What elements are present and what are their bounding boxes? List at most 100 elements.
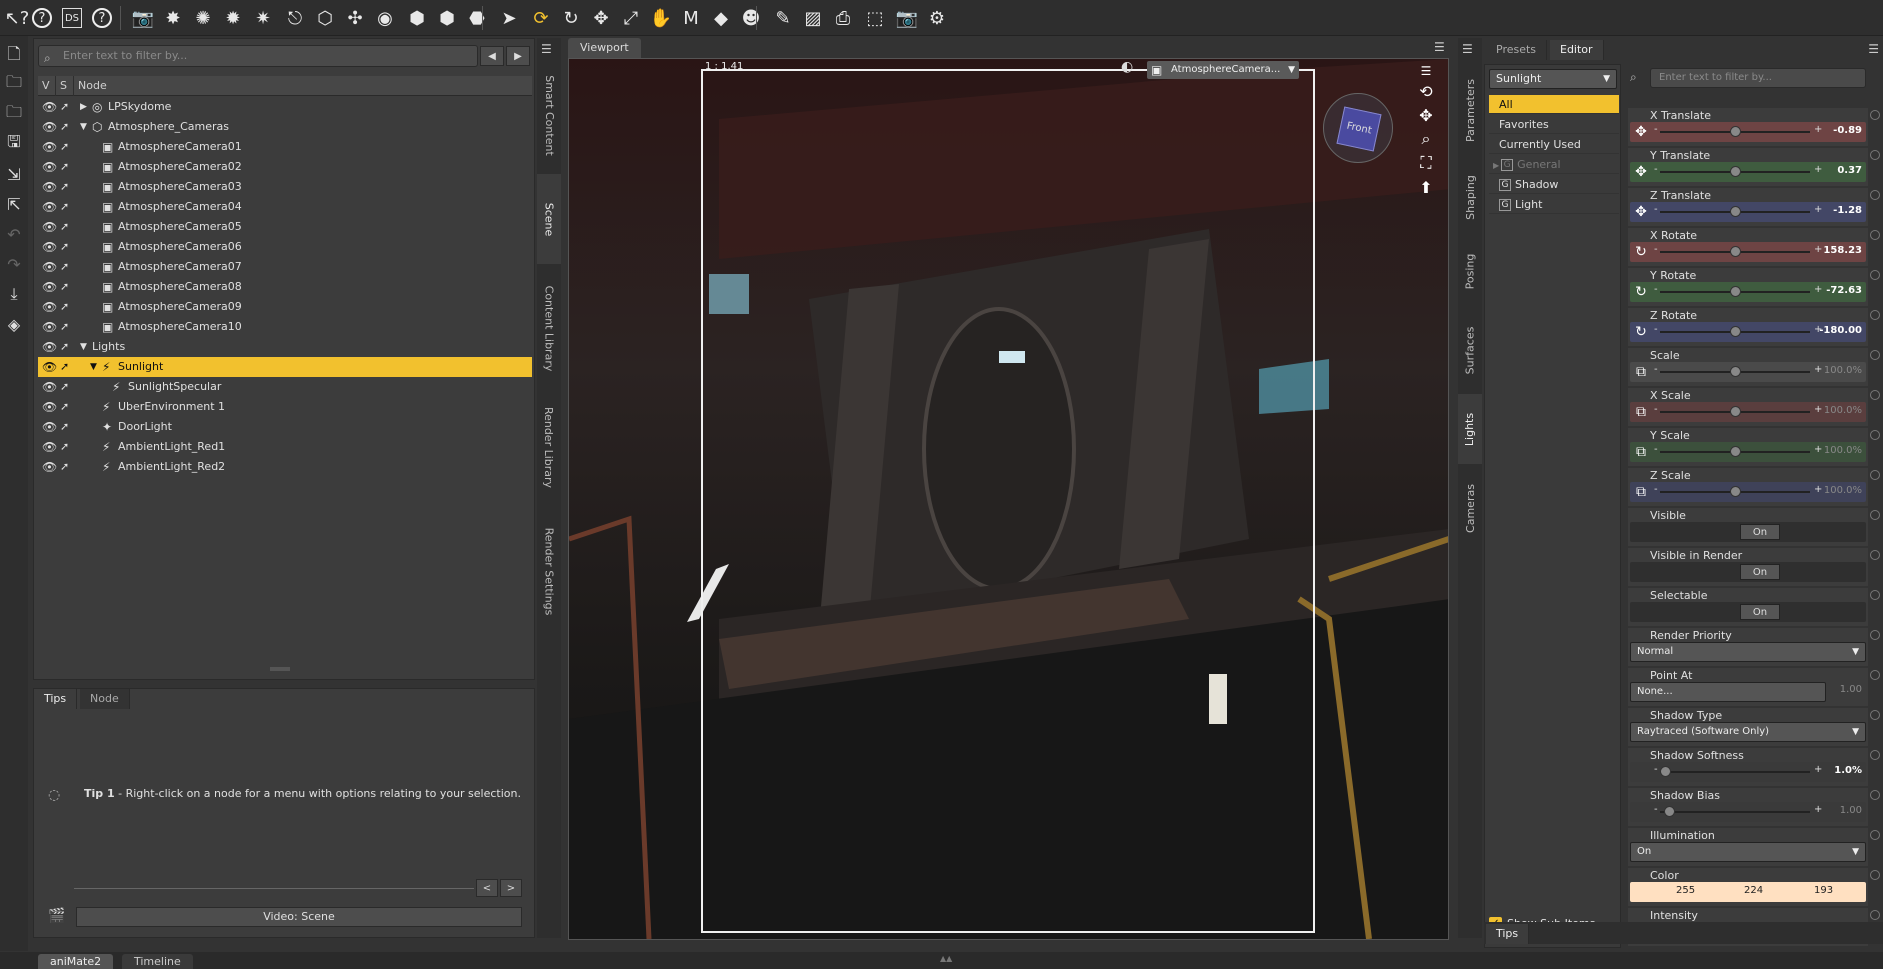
- gear-icon[interactable]: [1870, 110, 1880, 120]
- gear-icon[interactable]: [1870, 670, 1880, 680]
- slider-knob[interactable]: [1730, 206, 1741, 217]
- primitive-cube-icon[interactable]: ⬡: [312, 5, 338, 31]
- tab-presets[interactable]: Presets: [1486, 40, 1548, 60]
- toggle-button[interactable]: On: [1740, 604, 1780, 620]
- reset-view-icon[interactable]: ⬆: [1414, 175, 1438, 199]
- property-value[interactable]: -1.28: [1833, 205, 1862, 216]
- shading-ball-icon[interactable]: ◐: [1121, 59, 1141, 79]
- video-scene-button[interactable]: Video: Scene: [76, 907, 522, 927]
- render-settings-icon[interactable]: ⚙: [924, 5, 950, 31]
- column-node[interactable]: Node: [74, 76, 532, 96]
- ds-logo-icon[interactable]: DS: [62, 8, 82, 28]
- selectable-arrow-icon[interactable]: ➚: [60, 357, 69, 377]
- property-value[interactable]: 1.00: [1840, 805, 1862, 816]
- property-value[interactable]: 158.23: [1823, 245, 1862, 256]
- decrement-button[interactable]: -: [1654, 244, 1658, 255]
- selectable-arrow-icon[interactable]: ➚: [60, 337, 69, 357]
- splitter-handle[interactable]: ▲▲: [940, 954, 964, 963]
- tab-animate2[interactable]: aniMate2: [38, 954, 114, 969]
- property-value[interactable]: 0.37: [1837, 165, 1862, 176]
- selectable-arrow-icon[interactable]: ➚: [60, 177, 69, 197]
- selectable-arrow-icon[interactable]: ➚: [60, 237, 69, 257]
- slider-knob[interactable]: [1730, 126, 1741, 137]
- eye-icon[interactable]: 👁: [42, 397, 57, 417]
- eye-icon[interactable]: 👁: [42, 237, 57, 257]
- save-icon[interactable]: 🖫: [2, 132, 26, 156]
- expand-arrow-icon[interactable]: ▼: [90, 357, 97, 377]
- slider-knob[interactable]: [1730, 486, 1741, 497]
- view-cube-front[interactable]: Front: [1336, 106, 1382, 152]
- distant-light-add-icon[interactable]: ✹: [220, 5, 246, 31]
- property-value[interactable]: -180.00: [1819, 325, 1862, 336]
- tip-prev-button[interactable]: <: [476, 879, 498, 897]
- property-slider[interactable]: ⧉ - +100.0%: [1630, 402, 1866, 422]
- eye-icon[interactable]: 👁: [42, 97, 57, 117]
- universal-node-icon[interactable]: ◉: [372, 5, 398, 31]
- open-folder-icon[interactable]: 🗀: [2, 72, 26, 96]
- panel-menu-icon[interactable]: ☰: [541, 42, 552, 56]
- gear-icon[interactable]: [1870, 630, 1880, 640]
- slider-knob[interactable]: [1730, 286, 1741, 297]
- gear-icon[interactable]: [1870, 390, 1880, 400]
- eye-icon[interactable]: 👁: [42, 437, 57, 457]
- gear-icon[interactable]: [1870, 350, 1880, 360]
- scene-tree-row[interactable]: 👁 ➚ ✦ DoorLight: [38, 417, 532, 437]
- decrement-button[interactable]: -: [1654, 284, 1658, 295]
- eye-icon[interactable]: 👁: [42, 457, 57, 477]
- property-slider[interactable]: ↻ - + -72.63: [1630, 282, 1866, 302]
- property-slider[interactable]: ↻ - + -180.00: [1630, 322, 1866, 342]
- translate-icon[interactable]: ✥: [588, 5, 614, 31]
- scene-filter-input[interactable]: ⌕ Enter text to filter by...: [38, 45, 478, 67]
- gear-icon[interactable]: [1870, 230, 1880, 240]
- gear-icon[interactable]: [1870, 470, 1880, 480]
- selectable-arrow-icon[interactable]: ➚: [60, 157, 69, 177]
- slider-knob[interactable]: [1730, 326, 1741, 337]
- property-value[interactable]: 100.0%: [1824, 485, 1862, 496]
- property-slider[interactable]: ⧉ - +100.0%: [1630, 362, 1866, 382]
- group-item-shadow[interactable]: G Shadow: [1489, 175, 1619, 194]
- color-blue[interactable]: 193: [1814, 885, 1833, 896]
- selectable-arrow-icon[interactable]: ➚: [60, 377, 69, 397]
- tab-shaping[interactable]: Shaping: [1458, 162, 1482, 232]
- gear-icon[interactable]: [1870, 710, 1880, 720]
- help-pointer-icon[interactable]: ↖?: [4, 5, 30, 31]
- property-dropdown[interactable]: Normal ▼: [1630, 642, 1866, 662]
- scene-tree-row[interactable]: 👁 ➚ ▣ AtmosphereCamera04: [38, 197, 532, 217]
- decrement-button[interactable]: -: [1654, 164, 1658, 175]
- expand-arrow-icon[interactable]: ▶: [1493, 161, 1499, 170]
- gear-icon[interactable]: [1870, 150, 1880, 160]
- rigid-follow-icon[interactable]: ⬢: [404, 5, 430, 31]
- property-value[interactable]: -0.89: [1833, 125, 1862, 136]
- eye-icon[interactable]: 👁: [42, 297, 57, 317]
- tab-posing[interactable]: Posing: [1458, 236, 1482, 306]
- increment-button[interactable]: +: [1814, 204, 1822, 215]
- property-value[interactable]: 100.0%: [1824, 445, 1862, 456]
- gear-icon[interactable]: [1870, 830, 1880, 840]
- color-swatch[interactable]: 255 224 193: [1630, 882, 1866, 902]
- selectable-arrow-icon[interactable]: ➚: [60, 457, 69, 477]
- slider-knob[interactable]: [1730, 166, 1741, 177]
- scene-tree-row[interactable]: 👁 ➚ ▼ Lights: [38, 337, 532, 357]
- node-select-dropdown[interactable]: Sunlight ▼: [1489, 69, 1617, 89]
- selectable-arrow-icon[interactable]: ➚: [60, 297, 69, 317]
- property-value[interactable]: 100.0%: [1824, 365, 1862, 376]
- property-slider[interactable]: - +1.0%: [1630, 762, 1866, 782]
- pane-menu-icon[interactable]: ☰: [1868, 42, 1879, 56]
- scene-tree-row[interactable]: 👁 ➚ ⚡ AmbientLight_Red1: [38, 437, 532, 457]
- spot-light-add-icon[interactable]: ✷: [250, 5, 276, 31]
- toggle-button[interactable]: On: [1740, 524, 1780, 540]
- group-item-favorites[interactable]: Favorites: [1489, 115, 1619, 134]
- tab-tips[interactable]: Tips: [1486, 924, 1530, 944]
- tab-scene[interactable]: Scene: [537, 174, 561, 264]
- help-circle-icon[interactable]: ?: [92, 8, 112, 28]
- redo-icon[interactable]: ↷: [2, 252, 26, 276]
- panel-menu-icon[interactable]: ☰: [1462, 42, 1473, 56]
- gear-icon[interactable]: [1870, 270, 1880, 280]
- tab-smart-content[interactable]: Smart Content: [537, 60, 561, 170]
- drop-to-floor-icon[interactable]: ⤓: [2, 282, 26, 306]
- tab-node[interactable]: Node: [80, 689, 130, 709]
- expand-arrow-icon[interactable]: ▼: [80, 117, 87, 137]
- selectable-arrow-icon[interactable]: ➚: [60, 197, 69, 217]
- slider-knob[interactable]: [1730, 366, 1741, 377]
- spot-render-icon[interactable]: ✎: [770, 5, 796, 31]
